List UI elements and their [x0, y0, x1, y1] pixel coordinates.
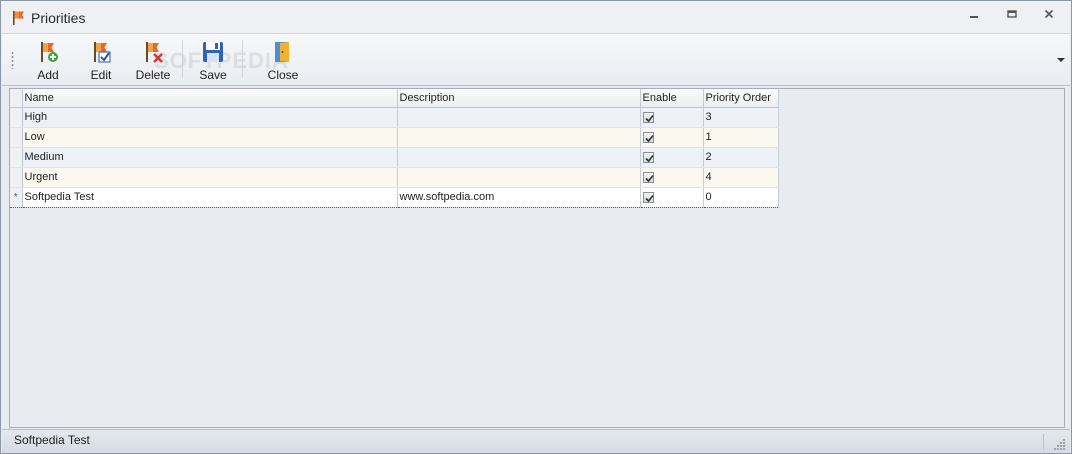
new-row-indicator[interactable]: * [10, 186, 23, 208]
column-header-description[interactable]: Description [397, 89, 641, 108]
status-text: Softpedia Test [14, 433, 90, 447]
door-exit-icon [275, 42, 289, 62]
cell-description[interactable] [397, 147, 641, 168]
cell-name[interactable]: Medium [22, 147, 398, 168]
resize-grip-icon[interactable] [1054, 438, 1066, 450]
edit-button[interactable]: Edit [80, 38, 122, 82]
priorities-grid[interactable]: Name Description Enable Priority Order H… [9, 88, 1065, 428]
cell-enable[interactable] [640, 107, 704, 128]
cell-name[interactable]: High [22, 107, 398, 128]
add-label: Add [37, 68, 59, 82]
row-indicator[interactable] [10, 107, 23, 128]
minimize-button[interactable] [964, 9, 984, 25]
enable-checkbox[interactable] [642, 191, 654, 203]
save-label: Save [199, 68, 227, 82]
restore-button[interactable] [1002, 9, 1022, 25]
cell-enable[interactable] [640, 127, 704, 148]
orange-flag-icon [12, 10, 26, 26]
cell-description[interactable] [397, 107, 641, 128]
cell-name[interactable]: Urgent [22, 167, 398, 188]
cell-enable[interactable] [640, 186, 704, 208]
column-header-name[interactable]: Name [22, 89, 398, 108]
delete-button[interactable]: Delete [132, 38, 174, 82]
table-header: Name Description Enable Priority Order [10, 89, 779, 108]
flag-add-icon [41, 42, 58, 62]
flag-delete-icon [146, 42, 163, 63]
table-row[interactable]: Urgent 4 [10, 167, 779, 188]
column-header-enable[interactable]: Enable [640, 89, 704, 108]
toolbar-separator [182, 40, 183, 78]
close-toolbar-button[interactable]: Close [262, 38, 304, 82]
row-indicator[interactable] [10, 147, 23, 168]
cell-description[interactable] [397, 127, 641, 148]
close-label: Close [267, 68, 299, 82]
title-bar: Priorities [1, 1, 1071, 33]
priorities-table: Name Description Enable Priority Order H… [10, 89, 779, 208]
restore-icon [1007, 10, 1017, 18]
table-row-new[interactable]: * Softpedia Test www.softpedia.com 0 [10, 186, 779, 208]
chevron-down-icon[interactable] [1055, 54, 1067, 66]
cell-enable[interactable] [640, 167, 704, 188]
flag-edit-icon [94, 42, 111, 63]
toolbar: SOFTPEDIA Add Edit [2, 33, 1070, 86]
enable-checkbox[interactable] [642, 111, 654, 123]
cell-description[interactable]: www.softpedia.com [397, 186, 641, 208]
window-title: Priorities [31, 10, 86, 26]
row-indicator[interactable] [10, 127, 23, 148]
close-button[interactable] [1039, 9, 1059, 25]
checkmark-icon [644, 114, 654, 122]
toolbar-separator [242, 40, 243, 78]
cell-name[interactable]: Low [22, 127, 398, 148]
save-button[interactable]: Save [192, 38, 234, 82]
enable-checkbox[interactable] [642, 171, 654, 183]
checkmark-icon [644, 194, 654, 202]
enable-checkbox[interactable] [642, 151, 654, 163]
status-bar: Softpedia Test [2, 429, 1070, 453]
cell-priority-order[interactable]: 3 [703, 107, 779, 128]
status-separator [1043, 434, 1044, 450]
cell-priority-order[interactable]: 2 [703, 147, 779, 168]
add-button[interactable]: Add [27, 38, 69, 82]
cell-priority-order[interactable]: 0 [703, 186, 779, 208]
table-row[interactable]: Medium 2 [10, 147, 779, 168]
cell-priority-order[interactable]: 1 [703, 127, 779, 148]
minimize-icon [970, 16, 978, 18]
row-indicator-header[interactable] [10, 89, 23, 108]
delete-label: Delete [135, 68, 171, 82]
toolbar-grip[interactable] [11, 51, 14, 69]
checkmark-icon [644, 174, 654, 182]
cell-enable[interactable] [640, 147, 704, 168]
cell-name[interactable]: Softpedia Test [22, 186, 398, 208]
row-indicator[interactable] [10, 167, 23, 188]
cell-description[interactable] [397, 167, 641, 188]
column-header-priority-order[interactable]: Priority Order [703, 89, 779, 108]
table-row[interactable]: High 3 [10, 107, 779, 128]
table-row[interactable]: Low 1 [10, 127, 779, 148]
cell-priority-order[interactable]: 4 [703, 167, 779, 188]
edit-label: Edit [90, 68, 112, 82]
checkmark-icon [644, 154, 654, 162]
close-icon [1044, 9, 1054, 19]
enable-checkbox[interactable] [642, 131, 654, 143]
priorities-window: Priorities SOFTPEDIA Add [0, 0, 1072, 454]
checkmark-icon [644, 134, 654, 142]
floppy-disk-icon [203, 42, 223, 62]
